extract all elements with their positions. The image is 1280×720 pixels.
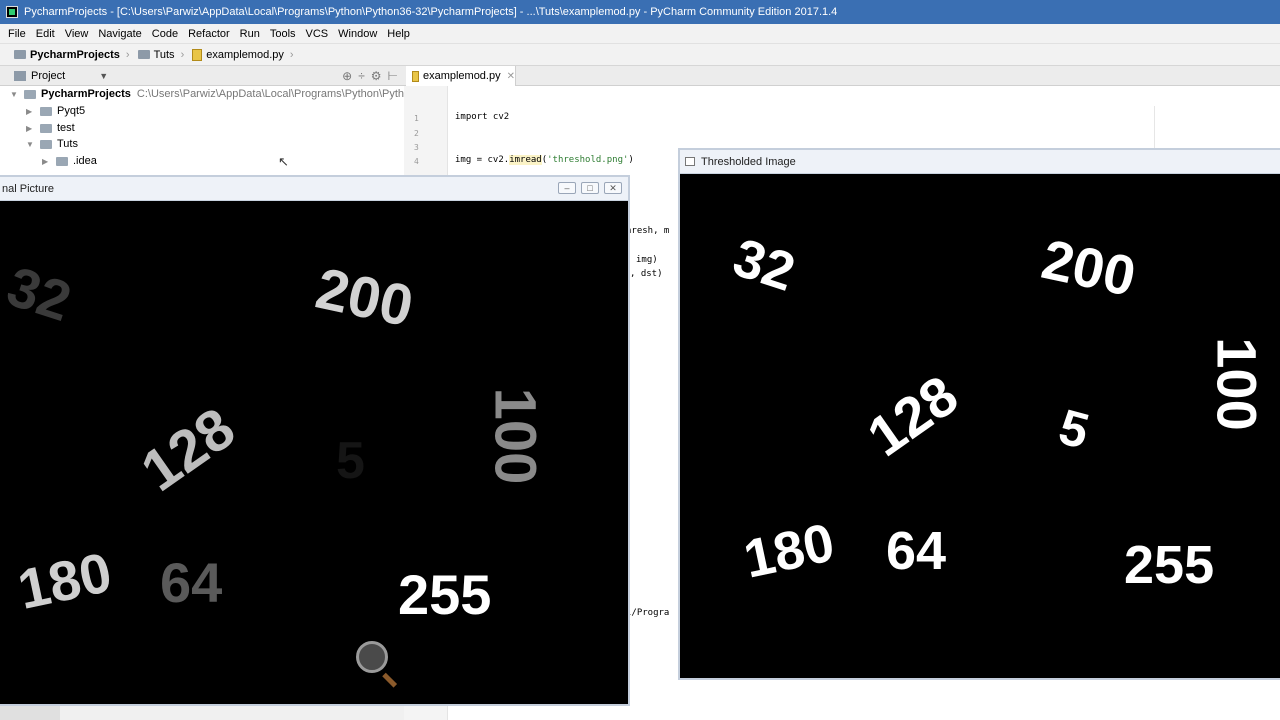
thresholded-image: 32 200 100 128 5 180 64 255 [680, 174, 1280, 678]
digit-label: 32 [0, 253, 79, 334]
menu-run[interactable]: Run [240, 28, 260, 40]
scroll-from-source-icon[interactable]: ⊕ [342, 69, 352, 83]
digit-label: 5 [336, 432, 365, 490]
folder-icon [24, 89, 36, 99]
collapsed-arrow-icon[interactable]: ▶ [42, 157, 52, 166]
tree-item-pyqt5[interactable]: ▶ Pyqt5 [26, 103, 85, 119]
breadcrumb-folder[interactable]: Tuts › [137, 48, 185, 61]
menu-window[interactable]: Window [338, 28, 377, 40]
digit-label: 64 [886, 521, 947, 581]
code-fragment: img) [636, 255, 658, 265]
breadcrumb-file[interactable]: examplemod.py › [192, 48, 294, 61]
breadcrumb: PycharmProjects › Tuts › examplemod.py › [0, 44, 1280, 66]
tab-examplemod[interactable]: examplemod.py ✕ [406, 66, 516, 86]
project-view-selector[interactable]: Project [31, 70, 65, 82]
editor-tab-bar: examplemod.py ✕ [404, 66, 1280, 86]
menu-view[interactable]: View [65, 28, 89, 40]
collapse-all-icon[interactable]: ÷ [358, 69, 365, 83]
bottom-tool-strip [0, 706, 60, 720]
python-file-icon [192, 48, 203, 61]
project-icon [14, 70, 26, 81]
project-pane-tools: ⊕ ÷ ⚙ ⊢ [342, 69, 398, 83]
line-number: 2 [414, 129, 419, 138]
chevron-right-icon: › [180, 48, 185, 61]
magnifier-icon [354, 639, 398, 688]
code-line-1: import cv2 [455, 112, 510, 122]
collapsed-arrow-icon[interactable]: ▶ [26, 124, 36, 133]
pycharm-icon [6, 6, 18, 18]
menu-vcs[interactable]: VCS [306, 28, 329, 40]
maximize-icon[interactable]: □ [581, 182, 599, 194]
mouse-cursor-icon: ↖ [278, 154, 289, 169]
menu-navigate[interactable]: Navigate [98, 28, 141, 40]
menu-help[interactable]: Help [387, 28, 410, 40]
digit-label: 200 [1036, 226, 1142, 309]
tree-item-idea[interactable]: ▶ .idea [42, 153, 97, 169]
code-fragment: hresh, m [626, 226, 670, 236]
window-app-icon [685, 157, 695, 166]
collapsed-arrow-icon[interactable]: ▶ [26, 107, 36, 116]
window-controls: – □ ✕ [553, 182, 622, 194]
thresholded-image-window[interactable]: Thresholded Image 32 200 100 128 5 180 6… [678, 148, 1280, 680]
threshold-window-title-bar[interactable]: Thresholded Image [680, 150, 1280, 174]
minimize-icon[interactable]: – [558, 182, 576, 194]
folder-icon [137, 50, 150, 59]
line-number: 1 [414, 114, 419, 123]
tree-item-pycharmprojects[interactable]: ▼ PycharmProjects C:\Users\Parwiz\AppDat… [10, 86, 444, 102]
original-image: 32 200 100 128 5 180 64 255 [0, 201, 628, 704]
main-title-bar: PycharmProjects - [C:\Users\Parwiz\AppDa… [0, 0, 1280, 24]
breadcrumb-root[interactable]: PycharmProjects › [14, 49, 130, 61]
menu-bar: File Edit View Navigate Code Refactor Ru… [0, 24, 1280, 44]
folder-icon [40, 123, 52, 133]
code-fragment: , dst) [630, 269, 663, 279]
line-number: 4 [414, 157, 419, 166]
digit-label: 32 [726, 227, 802, 303]
digit-label: 255 [398, 563, 492, 626]
expanded-arrow-icon[interactable]: ▼ [10, 90, 20, 99]
line-number: 3 [414, 143, 419, 152]
expanded-arrow-icon[interactable]: ▼ [26, 140, 36, 149]
digit-label: 128 [129, 395, 247, 504]
folder-icon [56, 156, 68, 166]
code-line-4: img = cv2.imread('threshold.png') [455, 155, 634, 165]
menu-edit[interactable]: Edit [36, 28, 55, 40]
digit-label: 180 [12, 539, 117, 622]
digit-label: 64 [160, 551, 223, 614]
menu-file[interactable]: File [8, 28, 26, 40]
python-file-icon [412, 70, 419, 82]
digit-label: 100 [1205, 337, 1269, 431]
digit-label: 200 [310, 255, 419, 340]
menu-tools[interactable]: Tools [270, 28, 296, 40]
folder-icon [40, 106, 52, 116]
digit-label: 255 [1124, 535, 1215, 595]
digit-label: 100 [482, 387, 548, 485]
tree-item-tuts[interactable]: ▼ Tuts [26, 136, 78, 152]
dropdown-arrow-icon[interactable]: ▼ [99, 71, 108, 81]
original-picture-window[interactable]: nal Picture – □ ✕ 32 200 100 128 5 180 6… [0, 175, 630, 706]
digit-label: 128 [856, 362, 969, 469]
chevron-right-icon: › [125, 48, 130, 61]
menu-code[interactable]: Code [152, 28, 178, 40]
close-icon[interactable]: ✕ [604, 182, 622, 194]
folder-icon [14, 50, 26, 59]
chevron-right-icon: › [289, 48, 294, 61]
project-pane-header: Project ▼ ⊕ ÷ ⚙ ⊢ [0, 66, 404, 86]
folder-icon [40, 139, 52, 149]
tree-item-test[interactable]: ▶ test [26, 120, 75, 136]
digit-label: 5 [1053, 398, 1095, 460]
project-tree: ▼ PycharmProjects C:\Users\Parwiz\AppDat… [0, 86, 444, 186]
settings-gear-icon[interactable]: ⚙ [371, 69, 382, 83]
digit-label: 180 [738, 512, 840, 590]
window-title: PycharmProjects - [C:\Users\Parwiz\AppDa… [24, 6, 838, 18]
original-window-title-bar[interactable]: nal Picture – □ ✕ [0, 177, 628, 201]
code-fragment: l/Progra [626, 608, 670, 618]
menu-refactor[interactable]: Refactor [188, 28, 230, 40]
hide-pane-icon[interactable]: ⊢ [388, 69, 398, 83]
close-tab-icon[interactable]: ✕ [507, 71, 515, 82]
